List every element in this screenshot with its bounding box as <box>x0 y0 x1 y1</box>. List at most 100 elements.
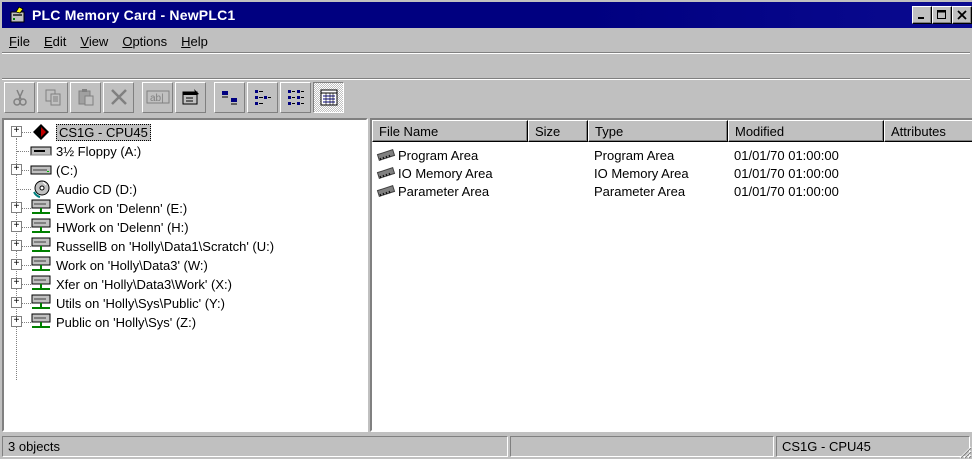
tree-item-label[interactable]: Audio CD (D:) <box>56 182 137 197</box>
column-header-size[interactable]: Size <box>528 120 588 142</box>
column-header-type[interactable]: Type <box>588 120 728 142</box>
details-view-button[interactable] <box>313 81 344 113</box>
tree-item[interactable]: Audio CD (D:) <box>8 179 137 199</box>
tree-item-label[interactable]: Work on 'Holly\Data3' (W:) <box>56 258 208 273</box>
network-drive-icon <box>30 256 52 273</box>
cell-file-name[interactable]: Parameter Area <box>376 182 489 200</box>
column-header-modified[interactable]: Modified <box>728 120 884 142</box>
minimize-icon <box>918 17 924 19</box>
tree-expander[interactable]: + <box>11 221 22 232</box>
list-item[interactable]: Program Area Program Area 01/01/70 01:00:0… <box>372 146 972 164</box>
small-icons-view-icon <box>254 90 271 105</box>
tree-expander[interactable]: + <box>11 297 22 308</box>
tree-item[interactable]: + Public on 'Holly\Sys' (Z:) <box>8 312 196 332</box>
app-window: PLC Memory Card - NewPLC1 File Edit View… <box>0 0 972 459</box>
network-drive-icon <box>30 275 52 292</box>
tree-item[interactable]: + HWork on 'Delenn' (H:) <box>8 217 189 237</box>
cell-type: Program Area <box>594 147 675 163</box>
large-icons-view-icon <box>221 91 237 105</box>
tree-item-label[interactable]: (C:) <box>56 163 78 178</box>
tree-item[interactable]: + RussellB on 'Holly\Data1\Scratch' (U:) <box>8 236 274 256</box>
file-name-text: Parameter Area <box>398 183 490 199</box>
menu-options[interactable]: Options <box>115 34 174 49</box>
rename-icon: ab| <box>146 90 169 104</box>
tree-item-label[interactable]: HWork on 'Delenn' (H:) <box>56 220 189 235</box>
tree-item-label[interactable]: RussellB on 'Holly\Data1\Scratch' (U:) <box>56 239 274 254</box>
list-item[interactable]: IO Memory Area IO Memory Area 01/01/70 01:… <box>372 164 972 182</box>
cell-file-name[interactable]: Program Area <box>376 146 478 164</box>
properties-button[interactable] <box>175 81 206 113</box>
close-button[interactable] <box>952 6 972 24</box>
column-header-attributes[interactable]: Attributes <box>884 120 972 142</box>
paste-button[interactable] <box>70 81 101 113</box>
menu-edit[interactable]: Edit <box>37 34 73 49</box>
tree-item[interactable]: + Utils on 'Holly\Sys\Public' (Y:) <box>8 293 225 313</box>
column-header-file-name[interactable]: File Name <box>372 120 528 142</box>
large-icons-view-button[interactable] <box>214 81 245 113</box>
status-bar: 3 objects CS1G - CPU45 <box>0 434 972 459</box>
status-middle-panel <box>510 436 774 457</box>
cell-modified: 01/01/70 01:00:00 <box>734 165 839 181</box>
tree-item-label[interactable]: Xfer on 'Holly\Data3\Work' (X:) <box>56 277 232 292</box>
memory-area-icon <box>376 166 396 180</box>
maximize-button[interactable] <box>932 6 952 24</box>
cut-icon <box>12 89 27 106</box>
delete-icon <box>110 89 127 105</box>
details-view-icon <box>320 89 337 106</box>
network-drive-icon <box>30 237 52 254</box>
tree-item[interactable]: + CS1G - CPU45 <box>8 122 151 142</box>
close-icon <box>957 10 967 20</box>
tree-item-label[interactable]: 3½ Floppy (A:) <box>56 144 141 159</box>
tree-expander[interactable]: + <box>11 202 22 213</box>
title-bar[interactable]: PLC Memory Card - NewPLC1 <box>2 2 972 28</box>
minimize-button[interactable] <box>912 6 932 24</box>
tree-expander[interactable]: + <box>11 240 22 251</box>
menu-separator <box>2 52 970 54</box>
column-headers: File Name Size Type Modified Attributes <box>372 120 972 142</box>
floppy-drive-icon <box>30 143 52 159</box>
list-view-icon <box>287 90 304 105</box>
list-view-button[interactable] <box>280 81 311 113</box>
file-name-text: Program Area <box>398 147 479 163</box>
menu-file[interactable]: File <box>2 34 37 49</box>
tree-item-label[interactable]: Public on 'Holly\Sys' (Z:) <box>56 315 196 330</box>
memory-area-icon <box>376 148 396 162</box>
tree-item[interactable]: + Xfer on 'Holly\Data3\Work' (X:) <box>8 274 232 294</box>
copy-button[interactable] <box>37 81 68 113</box>
tree-item[interactable]: + EWork on 'Delenn' (E:) <box>8 198 187 218</box>
network-drive-icon <box>30 199 52 216</box>
tree-expander[interactable]: + <box>11 126 22 137</box>
tree-item-label[interactable]: CS1G - CPU45 <box>56 123 151 141</box>
tree-item[interactable]: 3½ Floppy (A:) <box>8 141 141 161</box>
network-drive-icon <box>30 313 52 330</box>
cd-drive-icon <box>30 180 52 198</box>
tree-item-label[interactable]: EWork on 'Delenn' (E:) <box>56 201 187 216</box>
tree-expander[interactable]: + <box>11 278 22 289</box>
toolbar: ab| <box>4 80 346 114</box>
status-device: CS1G - CPU45 <box>776 436 970 457</box>
hard-drive-icon <box>30 162 52 178</box>
cell-type: Parameter Area <box>594 183 686 199</box>
memory-area-icon <box>376 184 396 198</box>
tree-item-label[interactable]: Utils on 'Holly\Sys\Public' (Y:) <box>56 296 225 311</box>
file-name-text: IO Memory Area <box>398 165 493 181</box>
tree-item[interactable]: + Work on 'Holly\Data3' (W:) <box>8 255 208 275</box>
tree-expander[interactable]: + <box>11 164 22 175</box>
plc-card-app-icon[interactable] <box>8 5 28 25</box>
menu-view[interactable]: View <box>73 34 115 49</box>
tree-expander[interactable]: + <box>11 259 22 270</box>
list-item[interactable]: Parameter Area Parameter Area 01/01/70 01:… <box>372 182 972 200</box>
drive-tree[interactable]: + CS1G - CPU45 3½ Floppy (A:) + (C:) Audio CD… <box>2 118 368 432</box>
cell-file-name[interactable]: IO Memory Area <box>376 164 493 182</box>
resize-grip-icon[interactable] <box>956 443 972 459</box>
menu-help[interactable]: Help <box>174 34 215 49</box>
cut-button[interactable] <box>4 81 35 113</box>
rename-button[interactable]: ab| <box>142 81 173 113</box>
tree-expander[interactable]: + <box>11 316 22 327</box>
delete-button[interactable] <box>103 81 134 113</box>
file-list[interactable]: File Name Size Type Modified Attributes … <box>370 118 972 432</box>
tree-item[interactable]: + (C:) <box>8 160 78 180</box>
status-object-count: 3 objects <box>2 436 508 457</box>
small-icons-view-button[interactable] <box>247 81 278 113</box>
cell-modified: 01/01/70 01:00:00 <box>734 183 839 199</box>
